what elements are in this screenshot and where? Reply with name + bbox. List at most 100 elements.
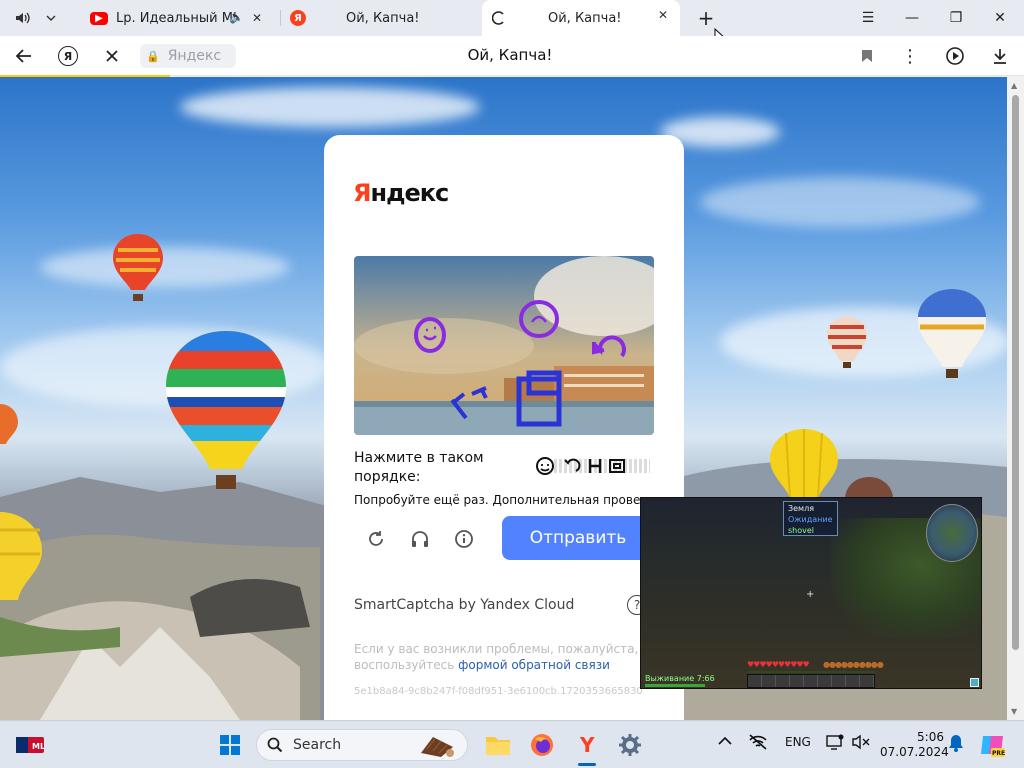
clock-date: 07.07.2024 <box>880 745 949 759</box>
hot-air-balloon <box>0 404 18 444</box>
minimize-icon: — <box>905 10 919 26</box>
language-indicator[interactable]: ENG <box>785 735 811 749</box>
taskbar-search[interactable]: Search <box>256 729 468 761</box>
close-window-button[interactable]: ✕ <box>980 4 1020 32</box>
hot-air-balloon <box>0 512 42 600</box>
game-minimap <box>926 504 978 562</box>
page-scrollbar[interactable]: ▲ ▼ <box>1007 77 1024 720</box>
tab-captcha-1[interactable]: Я Ой, Капча! <box>284 3 474 33</box>
health-hearts-icon: ♥♥♥♥♥♥♥♥♥♥ <box>747 660 810 669</box>
loading-icon <box>492 11 504 25</box>
captcha-instruction: Нажмите в таком порядке: <box>354 450 484 485</box>
overlay-resize-icon[interactable] <box>970 678 979 687</box>
yandex-browser-icon: Y <box>579 733 595 757</box>
restore-button[interactable]: ❐ <box>936 4 976 32</box>
order-icons-strip <box>536 457 650 475</box>
svg-text:Y: Y <box>579 733 595 757</box>
scrollbar-thumb[interactable] <box>1012 95 1019 650</box>
gear-icon <box>619 734 641 756</box>
settings-button[interactable] <box>614 729 646 761</box>
close-icon[interactable]: ✕ <box>248 9 266 27</box>
more-button[interactable]: ⋮ <box>896 42 924 70</box>
lock-icon: 🔒 <box>146 49 160 63</box>
svg-text:MLB: MLB <box>32 742 44 751</box>
yandex-home-button[interactable]: Я <box>54 42 82 70</box>
block-tool: shovel <box>788 526 815 535</box>
audio-captcha-button[interactable] <box>406 525 434 553</box>
block-state: Ожидание <box>788 515 833 524</box>
copilot-button[interactable]: PRE <box>976 729 1008 761</box>
speaker-icon <box>16 12 30 24</box>
tab-captcha-active[interactable]: Ой, Капча! ✕ <box>482 0 680 36</box>
tab-audio-button[interactable] <box>8 5 38 31</box>
video-translate-button[interactable] <box>942 42 970 70</box>
scroll-up-icon[interactable]: ▲ <box>1011 81 1017 90</box>
close-icon[interactable]: ✕ <box>654 6 672 24</box>
chevron-down-icon <box>46 15 56 21</box>
notifications-bell-icon[interactable] <box>948 734 964 755</box>
svg-text:PRE: PRE <box>992 750 1005 757</box>
speaker-muted-icon[interactable] <box>852 733 870 754</box>
clock-time: 5:06 <box>917 730 944 744</box>
taskbar-clock[interactable]: 5:06 07.07.2024 <box>880 730 949 760</box>
submit-button[interactable]: Отправить <box>502 516 654 560</box>
refresh-icon <box>369 531 383 546</box>
tabs-dropdown-button[interactable] <box>38 5 64 31</box>
crosshair-icon: + <box>806 589 815 600</box>
yandex-logo: Яндекс <box>353 179 449 207</box>
hamburger-icon: ☰ <box>861 10 875 26</box>
stop-loading-button[interactable] <box>98 42 126 70</box>
start-button[interactable] <box>214 729 246 761</box>
scroll-down-icon[interactable]: ▼ <box>1011 707 1017 716</box>
menu-button[interactable]: ☰ <box>848 4 888 32</box>
site-info-pill[interactable]: 🔒 Яндекс <box>140 44 236 68</box>
bookmark-button[interactable] <box>853 42 881 70</box>
tab-strip: ▶ Lp. Идеальный МИР 🔈 ✕ Я Ой, Капча! Ой,… <box>0 0 1024 47</box>
youtube-icon: ▶ <box>90 11 108 25</box>
game-status: Выживание 7:66 <box>645 674 715 683</box>
info-button[interactable] <box>450 525 478 553</box>
back-button[interactable] <box>10 42 38 70</box>
download-icon <box>994 49 1006 64</box>
tab-title: Ой, Капча! <box>548 10 622 26</box>
firefox-button[interactable] <box>526 729 558 761</box>
hot-air-balloon-checkered <box>166 331 286 489</box>
new-tab-button[interactable]: + <box>694 6 718 30</box>
active-app-indicator <box>578 763 596 766</box>
search-placeholder: Search <box>293 737 342 753</box>
cloud <box>40 247 290 287</box>
smartcaptcha-label: SmartCaptcha by Yandex Cloud <box>354 597 575 613</box>
notification-icon[interactable] <box>826 733 844 754</box>
hot-air-balloon <box>113 234 163 301</box>
speaker-icon[interactable]: 🔈 <box>229 10 244 24</box>
captcha-error-message: Попробуйте ещё раз. Дополнительная прове… <box>354 493 663 507</box>
captcha-picture[interactable] <box>354 256 654 435</box>
yandex-logo-icon: Я <box>58 46 78 66</box>
search-icon <box>267 737 283 753</box>
yandex-browser-button[interactable]: Y <box>571 729 603 761</box>
address-page-title[interactable]: Ой, Капча! <box>400 46 620 64</box>
more-vertical-icon: ⋮ <box>901 45 919 67</box>
tray-overflow-icon[interactable] <box>718 735 732 749</box>
mlb-widget[interactable]: MLB <box>14 729 46 761</box>
hunger-icon: ●●●●●●●●●● <box>823 660 884 669</box>
game-video-overlay[interactable]: Земля Ожидание shovel + ♥♥♥♥♥♥♥♥♥♥ ●●●●●… <box>640 497 982 689</box>
tab-youtube[interactable]: ▶ Lp. Идеальный МИР 🔈 ✕ <box>84 3 274 33</box>
captcha-order-icons <box>532 453 650 479</box>
tab-title: Lp. Идеальный МИР <box>116 10 236 26</box>
restore-icon: ❐ <box>949 10 963 26</box>
taskbar: MLB Search Y ENG 5:06 07.07.2024 PRE <box>0 720 1024 768</box>
arrow-left-icon <box>16 49 31 63</box>
network-disconnected-icon[interactable] <box>748 733 768 754</box>
captcha-image[interactable] <box>354 256 654 435</box>
feedback-form-link[interactable]: формой обратной связи <box>458 658 610 672</box>
file-explorer-button[interactable] <box>482 729 514 761</box>
refresh-button[interactable] <box>362 525 390 553</box>
close-icon <box>106 50 118 62</box>
feedback-notice: Если у вас возникли проблемы, пожалуйста… <box>354 641 654 673</box>
headphones-icon <box>412 531 428 547</box>
tab-title: Ой, Капча! <box>346 10 420 26</box>
minimize-button[interactable]: — <box>892 4 932 32</box>
domain-label: Яндекс <box>167 48 222 64</box>
downloads-button[interactable] <box>986 42 1014 70</box>
